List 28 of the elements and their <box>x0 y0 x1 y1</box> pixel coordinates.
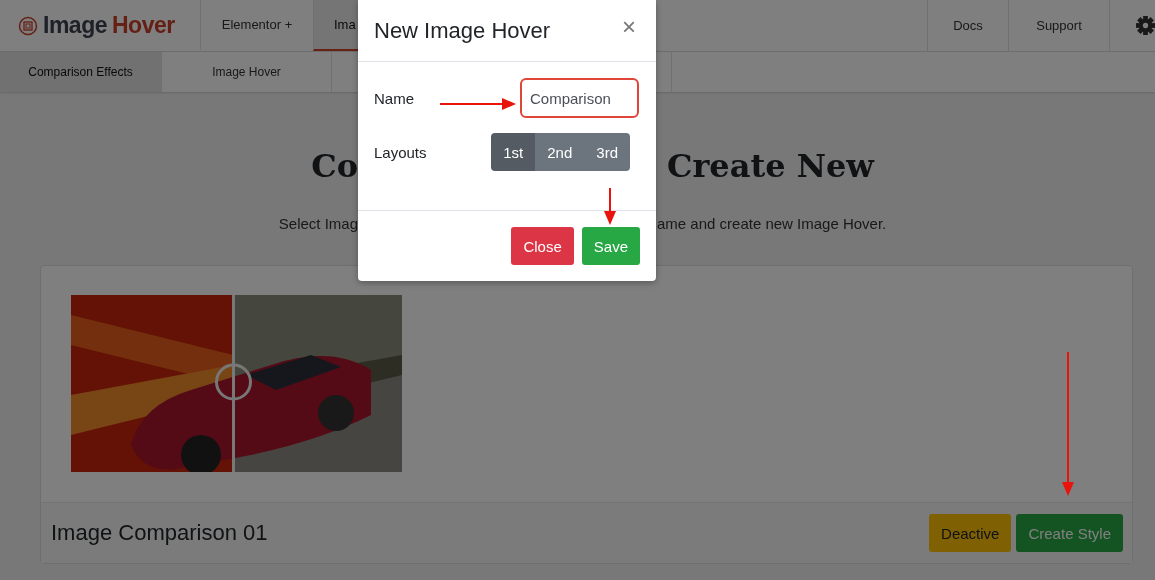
page-heading: Create New <box>666 146 874 187</box>
nav-tab[interactable]: Ima <box>313 0 358 51</box>
logo-icon <box>18 15 38 36</box>
settings-icon[interactable] <box>1136 16 1155 35</box>
card-button[interactable]: Create Style <box>1016 514 1123 552</box>
layout-option[interactable]: 1st <box>491 133 536 171</box>
nav-link[interactable]: Docs <box>927 0 1008 51</box>
modal-button[interactable]: Save <box>581 227 640 265</box>
layout-option[interactable]: 3rd <box>584 133 630 171</box>
page-heading: Co <box>311 146 358 187</box>
logo-text: Image <box>43 12 107 39</box>
arrow-icon <box>1062 352 1074 496</box>
card-button[interactable]: Deactive <box>929 514 1012 552</box>
modal-title: New Image Hover <box>374 17 552 44</box>
nav-link[interactable]: Support <box>1008 0 1109 51</box>
arrow-icon <box>604 188 616 225</box>
field-label: Name <box>374 89 414 107</box>
sub-tab[interactable]: Comparison Effects <box>0 52 162 92</box>
card-title: Image Comparison 01 <box>51 520 269 546</box>
sub-tab[interactable]: Image Hover <box>162 52 332 92</box>
layout-option[interactable]: 2nd <box>535 133 585 171</box>
page-subtitle: ame and create new Image Hover. <box>656 214 888 234</box>
logo-text: Hover <box>112 12 175 39</box>
field-label: Layouts <box>374 143 427 161</box>
name-field[interactable]: Comparison <box>520 78 639 118</box>
arrow-icon <box>440 98 516 110</box>
page-subtitle: Select Imag <box>278 214 358 234</box>
modal-button[interactable]: Close <box>511 227 574 265</box>
